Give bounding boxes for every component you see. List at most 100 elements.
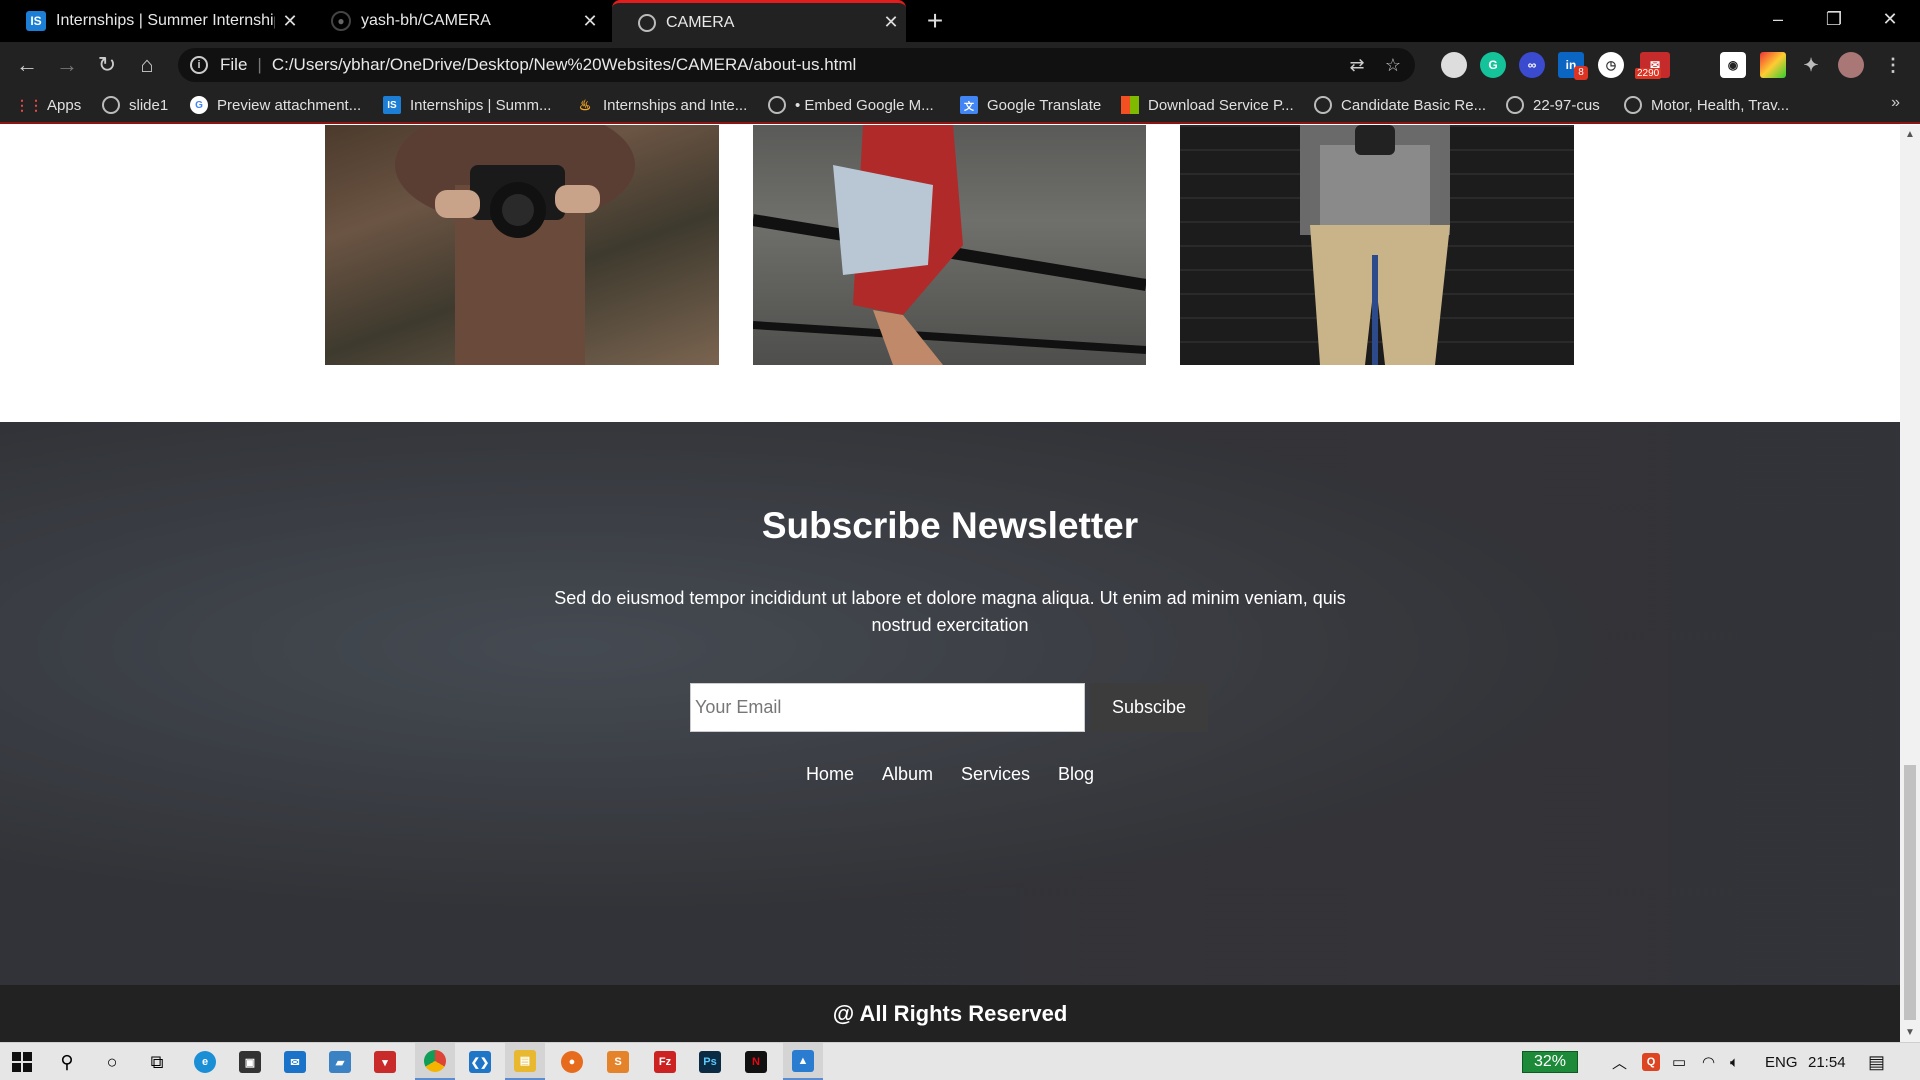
tab-strip: IS Internships | Summer Internship ✕ ● y… — [0, 0, 1920, 42]
bookmark-google-translate[interactable]: 文 Google Translate — [960, 88, 1101, 122]
bookmarks-overflow-icon[interactable]: » — [1891, 94, 1900, 112]
nav-link-album[interactable]: Album — [882, 764, 933, 785]
maximize-button[interactable]: ❐ — [1806, 0, 1862, 40]
close-tab-icon[interactable]: ✕ — [876, 12, 906, 33]
notifications-icon[interactable]: ▤ — [1868, 1043, 1885, 1080]
filezilla-icon[interactable]: Fz — [645, 1043, 685, 1080]
bookmark-embed-google[interactable]: • Embed Google M... — [768, 88, 934, 122]
bookmark-22-97-cus[interactable]: 22-97-cus — [1506, 88, 1600, 122]
netflix-icon[interactable]: N — [736, 1043, 776, 1080]
newsletter-title: Subscribe Newsletter — [761, 505, 1139, 546]
railing-photo-illustration — [753, 125, 1146, 365]
nav-link-services[interactable]: Services — [961, 764, 1030, 785]
bookmark-label: • Embed Google M... — [795, 96, 934, 114]
app-blue-icon[interactable]: ▰ — [320, 1043, 360, 1080]
apps-grid-icon: ⋮⋮ — [15, 96, 43, 113]
scroll-down-arrow-icon[interactable]: ▼ — [1900, 1027, 1920, 1038]
language-indicator[interactable]: ENG — [1765, 1043, 1798, 1080]
tab-internships[interactable]: IS Internships | Summer Internship ✕ — [0, 0, 305, 42]
tray-app-icon[interactable]: Q — [1642, 1043, 1660, 1080]
close-tab-icon[interactable]: ✕ — [275, 11, 305, 32]
close-window-button[interactable]: ✕ — [1862, 0, 1918, 40]
close-tab-icon[interactable]: ✕ — [575, 11, 605, 32]
sublime-icon[interactable]: S — [598, 1043, 638, 1080]
camera-extension-icon[interactable]: ◉ — [1720, 52, 1746, 78]
store-icon[interactable]: ▣ — [230, 1043, 270, 1080]
page-footer: @ All Rights Reserved — [0, 985, 1900, 1042]
tab-camera[interactable]: CAMERA ✕ — [612, 0, 906, 42]
battery-icon[interactable]: ▭ — [1672, 1043, 1686, 1080]
tray-overflow-icon[interactable]: ︿ — [1612, 1043, 1627, 1080]
subscribe-button[interactable]: Subscibe — [1090, 683, 1208, 732]
internshala-icon: IS — [383, 96, 401, 114]
windows-start-icon[interactable] — [2, 1043, 42, 1080]
newsletter-description: Sed do eiusmod tempor incididunt ut labo… — [554, 588, 1346, 635]
chrome-icon[interactable] — [415, 1043, 455, 1080]
url-text[interactable]: C:/Users/ybhar/OneDrive/Desktop/New%20We… — [272, 55, 1343, 75]
reload-icon[interactable]: ↻ — [90, 48, 124, 82]
puzzle-icon[interactable]: ✦ — [1798, 52, 1824, 78]
battery-indicator[interactable]: 32% — [1522, 1051, 1578, 1073]
photoshop-icon[interactable]: Ps — [690, 1043, 730, 1080]
gallery-photo-railing — [753, 125, 1146, 365]
translate-icon[interactable]: ⇄ — [1343, 55, 1371, 76]
flame-icon: ♨ — [578, 96, 592, 113]
github-icon: ● — [331, 11, 351, 31]
scroll-up-arrow-icon[interactable]: ▲ — [1900, 129, 1920, 140]
address-bar[interactable]: i File | C:/Users/ybhar/OneDrive/Desktop… — [178, 48, 1415, 82]
clock[interactable]: 21:54 — [1808, 1043, 1846, 1080]
photos-icon[interactable]: ▲ — [783, 1043, 823, 1080]
forward-icon[interactable]: → — [50, 48, 84, 82]
bookmark-download-service[interactable]: Download Service P... — [1121, 88, 1294, 122]
tab-github[interactable]: ● yash-bh/CAMERA ✕ — [305, 0, 605, 42]
star-icon[interactable]: ☆ — [1379, 55, 1407, 76]
extension-circle-icon[interactable] — [1441, 52, 1467, 78]
file-explorer-icon[interactable]: ▤ — [505, 1043, 545, 1080]
new-tab-button[interactable]: + — [920, 4, 950, 38]
bookmark-label: Apps — [47, 96, 82, 114]
globe-icon — [102, 96, 120, 114]
microsoft-icon — [1121, 96, 1139, 114]
edge-icon[interactable]: e — [185, 1043, 225, 1080]
email-input[interactable] — [690, 683, 1085, 732]
extension-glasses-icon[interactable]: ∞ — [1519, 52, 1545, 78]
bookmark-internships-and-inte[interactable]: ♨ Internships and Inte... — [576, 88, 748, 122]
minimize-button[interactable]: – — [1750, 0, 1806, 40]
extension-clock-icon[interactable]: ◷ — [1598, 52, 1624, 78]
page-scrollbar[interactable]: ▲ ▼ — [1900, 125, 1920, 1042]
globe-icon — [1624, 96, 1642, 114]
extension-colorful-icon[interactable] — [1760, 52, 1786, 78]
mail-badge: 2290 — [1635, 68, 1662, 79]
scrollbar-thumb[interactable] — [1904, 765, 1916, 1020]
firefox-icon[interactable]: ● — [552, 1043, 592, 1080]
bookmark-internships[interactable]: IS Internships | Summ... — [383, 88, 551, 122]
wifi-icon[interactable]: ◠ — [1702, 1043, 1715, 1080]
gallery-photo-woman-camera — [325, 125, 719, 365]
vscode-icon[interactable]: ❮❯ — [460, 1043, 500, 1080]
mail-app-icon[interactable]: ✉ — [275, 1043, 315, 1080]
bookmark-preview-attachment[interactable]: G Preview attachment... — [190, 88, 361, 122]
bookmark-apps[interactable]: ⋮⋮ Apps — [15, 88, 82, 122]
back-icon[interactable]: ← — [10, 48, 44, 82]
info-icon[interactable]: i — [190, 56, 208, 74]
bookmark-motor-health[interactable]: Motor, Health, Trav... — [1624, 88, 1789, 122]
cortana-icon[interactable]: ○ — [92, 1043, 132, 1080]
nav-link-home[interactable]: Home — [806, 764, 854, 785]
bookmark-slide1[interactable]: slide1 — [102, 88, 168, 122]
app-red-icon[interactable]: ▾ — [365, 1043, 405, 1080]
bookmark-label: Google Translate — [987, 96, 1102, 114]
search-icon[interactable]: ⚲ — [47, 1043, 87, 1080]
windows-taskbar: ⚲ ○ ⧉ e ▣ ✉ ▰ ▾ ❮❯ ▤ ● S Fz Ps N ▲ 32% ︿… — [0, 1042, 1920, 1080]
bookmark-candidate-basic[interactable]: Candidate Basic Re... — [1314, 88, 1486, 122]
task-view-icon[interactable]: ⧉ — [137, 1043, 177, 1080]
avatar[interactable] — [1838, 52, 1864, 78]
bookmark-label: Motor, Health, Trav... — [1651, 96, 1790, 114]
bookmark-label: Preview attachment... — [217, 96, 362, 114]
menu-kebab-icon[interactable]: ⋮ — [1880, 52, 1906, 78]
nav-link-blog[interactable]: Blog — [1058, 764, 1094, 785]
bookmark-label: Download Service P... — [1148, 96, 1294, 114]
brick-wall-photo-illustration — [1300, 125, 1450, 365]
grammarly-icon[interactable]: G — [1480, 52, 1506, 78]
volume-icon[interactable]: 🔈︎ — [1730, 1043, 1739, 1080]
home-icon[interactable]: ⌂ — [130, 48, 164, 82]
